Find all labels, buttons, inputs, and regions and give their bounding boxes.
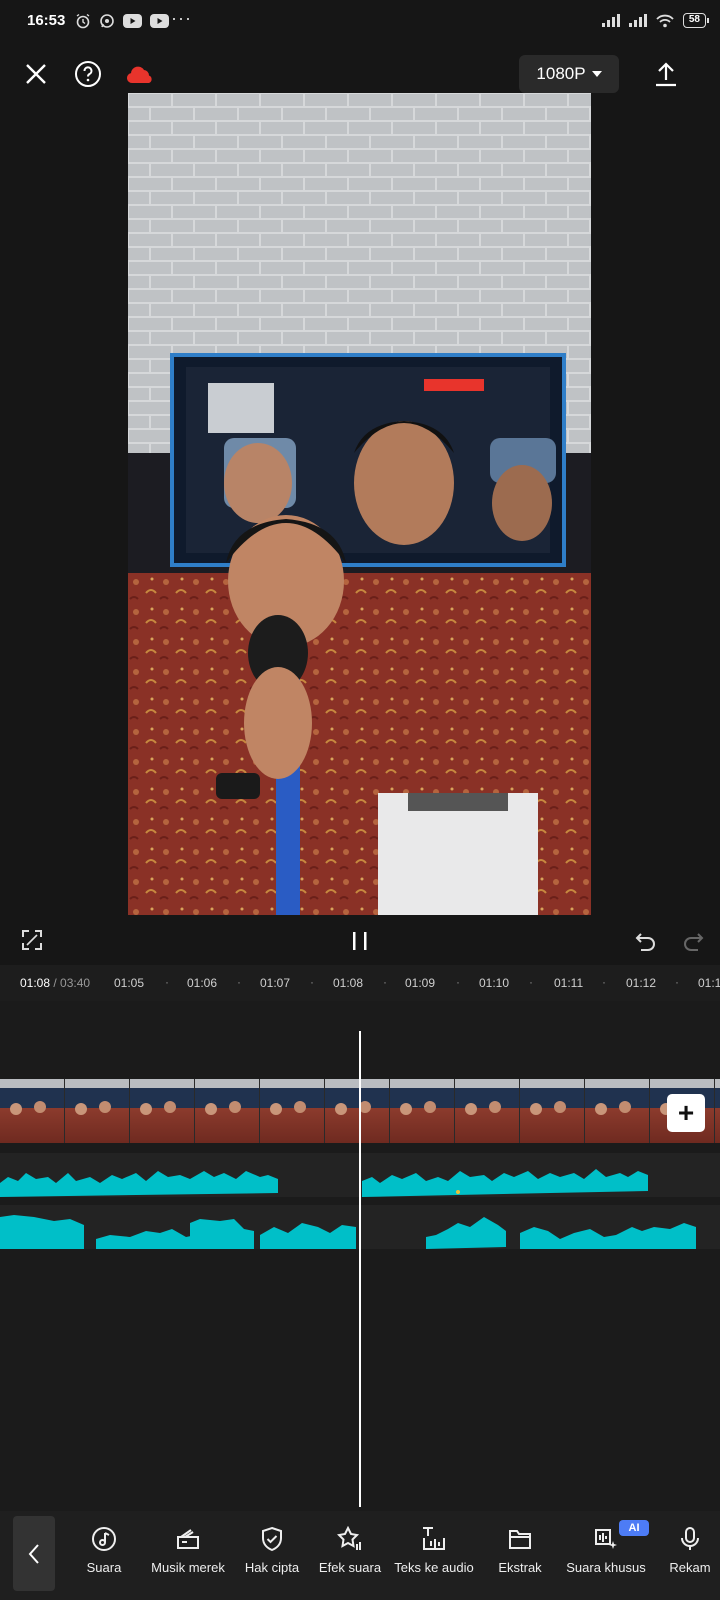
- tool-label: Suara: [86, 1560, 122, 1575]
- undo-icon[interactable]: [635, 930, 657, 957]
- ruler-tick: 01:08: [333, 976, 364, 990]
- tool-label: Rekam: [669, 1560, 711, 1575]
- tool-label: Musik merek: [151, 1560, 225, 1575]
- ruler-dot: ·: [456, 975, 460, 989]
- ruler-tick: 01:1: [698, 976, 720, 990]
- tool-ekstrak[interactable]: Ekstrak: [478, 1525, 562, 1575]
- tool-rekam[interactable]: Rekam: [650, 1525, 720, 1575]
- video-thumbnail: [455, 1079, 520, 1143]
- ruler-dot: ·: [310, 975, 314, 989]
- tool-label: Efek suara: [318, 1560, 382, 1575]
- fullscreen-icon[interactable]: [22, 930, 42, 955]
- video-thumbnail: [715, 1079, 720, 1143]
- export-icon[interactable]: [650, 58, 682, 90]
- time-ruler[interactable]: 01:08 / 03:40 01:05 · 01:06 · 01:07 · 01…: [0, 965, 720, 1001]
- video-thumbnail: [325, 1079, 390, 1143]
- chevron-left-icon: [28, 1543, 39, 1564]
- tool-label: Hak cipta: [244, 1560, 300, 1575]
- custom-voice-icon: [592, 1525, 620, 1553]
- video-thumbnail: [260, 1079, 325, 1143]
- ruler-tick: 01:06: [187, 976, 218, 990]
- cloud-icon[interactable]: [124, 58, 156, 90]
- tool-musik-merek[interactable]: Musik merek: [146, 1525, 230, 1575]
- microphone-icon: [676, 1525, 704, 1553]
- video-frame: [128, 93, 591, 915]
- video-thumbnail: [520, 1079, 585, 1143]
- tool-label: Teks ke audio: [394, 1560, 474, 1575]
- resolution-label: 1080P: [536, 64, 586, 83]
- ruler-dot: ·: [165, 975, 169, 989]
- tool-suara[interactable]: Suara: [62, 1525, 146, 1575]
- wifi-icon: [656, 14, 674, 27]
- system-icons: 58: [601, 13, 710, 28]
- whatsapp-icon: [100, 14, 114, 28]
- ruler-tick: 01:09: [405, 976, 436, 990]
- notification-icons: [75, 13, 169, 29]
- close-icon[interactable]: [20, 58, 52, 90]
- sound-effect-star-icon: [336, 1525, 364, 1553]
- ruler-dot: ·: [237, 975, 241, 989]
- time-readout: 01:08 / 03:40: [20, 976, 90, 990]
- tool-teks-ke-audio[interactable]: Teks ke audio: [392, 1525, 476, 1575]
- video-thumbnail: [65, 1079, 130, 1143]
- music-brand-icon: [174, 1525, 202, 1553]
- more-notifications: ···: [171, 8, 192, 28]
- tool-label: Ekstrak: [498, 1560, 542, 1575]
- ruler-tick: 01:10: [479, 976, 510, 990]
- ai-badge: AI: [619, 1520, 649, 1536]
- music-note-icon: [90, 1525, 118, 1553]
- status-bar: 16:53 ··· 58: [0, 0, 720, 46]
- playback-controls: [0, 915, 720, 965]
- signal-icon: [601, 14, 620, 27]
- alarm-icon: [76, 13, 90, 29]
- redo-icon[interactable]: [682, 930, 704, 957]
- add-clip-button[interactable]: +: [667, 1094, 705, 1132]
- youtube-icon: [150, 14, 169, 28]
- ruler-tick: 01:11: [554, 976, 584, 990]
- tool-label: Suara khusus: [566, 1560, 646, 1575]
- ruler-dot: ·: [675, 975, 679, 989]
- video-preview[interactable]: [128, 93, 591, 915]
- youtube-icon: [123, 14, 142, 28]
- extract-folder-icon: [506, 1525, 534, 1553]
- back-button[interactable]: [13, 1516, 55, 1591]
- playhead[interactable]: [359, 1031, 361, 1507]
- total-time: / 03:40: [53, 976, 91, 990]
- help-icon[interactable]: [72, 58, 104, 90]
- editor-top-bar: 1080P: [0, 50, 720, 98]
- ruler-dot: ·: [529, 975, 533, 989]
- video-thumbnail: [585, 1079, 650, 1143]
- battery-indicator: 58: [682, 13, 710, 28]
- video-thumbnail: [390, 1079, 455, 1143]
- audio-tools-bar: Suara Musik merek Hak cipta Efek suara T…: [0, 1511, 720, 1600]
- tool-efek-suara[interactable]: Efek suara: [308, 1525, 392, 1575]
- signal-icon: [628, 14, 647, 27]
- pause-icon[interactable]: [351, 930, 369, 957]
- status-time: 16:53: [27, 12, 66, 29]
- ruler-dot: ·: [602, 975, 606, 989]
- copyright-shield-icon: [258, 1525, 286, 1553]
- ruler-tick: 01:05: [114, 976, 145, 990]
- current-time: 01:08: [20, 976, 51, 990]
- video-thumbnail: [130, 1079, 195, 1143]
- video-thumbnail: [0, 1079, 65, 1143]
- chevron-down-icon: [591, 71, 602, 77]
- text-to-audio-icon: [420, 1525, 448, 1553]
- resolution-dropdown[interactable]: 1080P: [519, 55, 619, 93]
- video-thumbnail: [195, 1079, 260, 1143]
- tool-hak-cipta[interactable]: Hak cipta: [230, 1525, 314, 1575]
- ruler-tick: 01:12: [626, 976, 657, 990]
- ruler-dot: ·: [383, 975, 387, 989]
- ruler-tick: 01:07: [260, 976, 291, 990]
